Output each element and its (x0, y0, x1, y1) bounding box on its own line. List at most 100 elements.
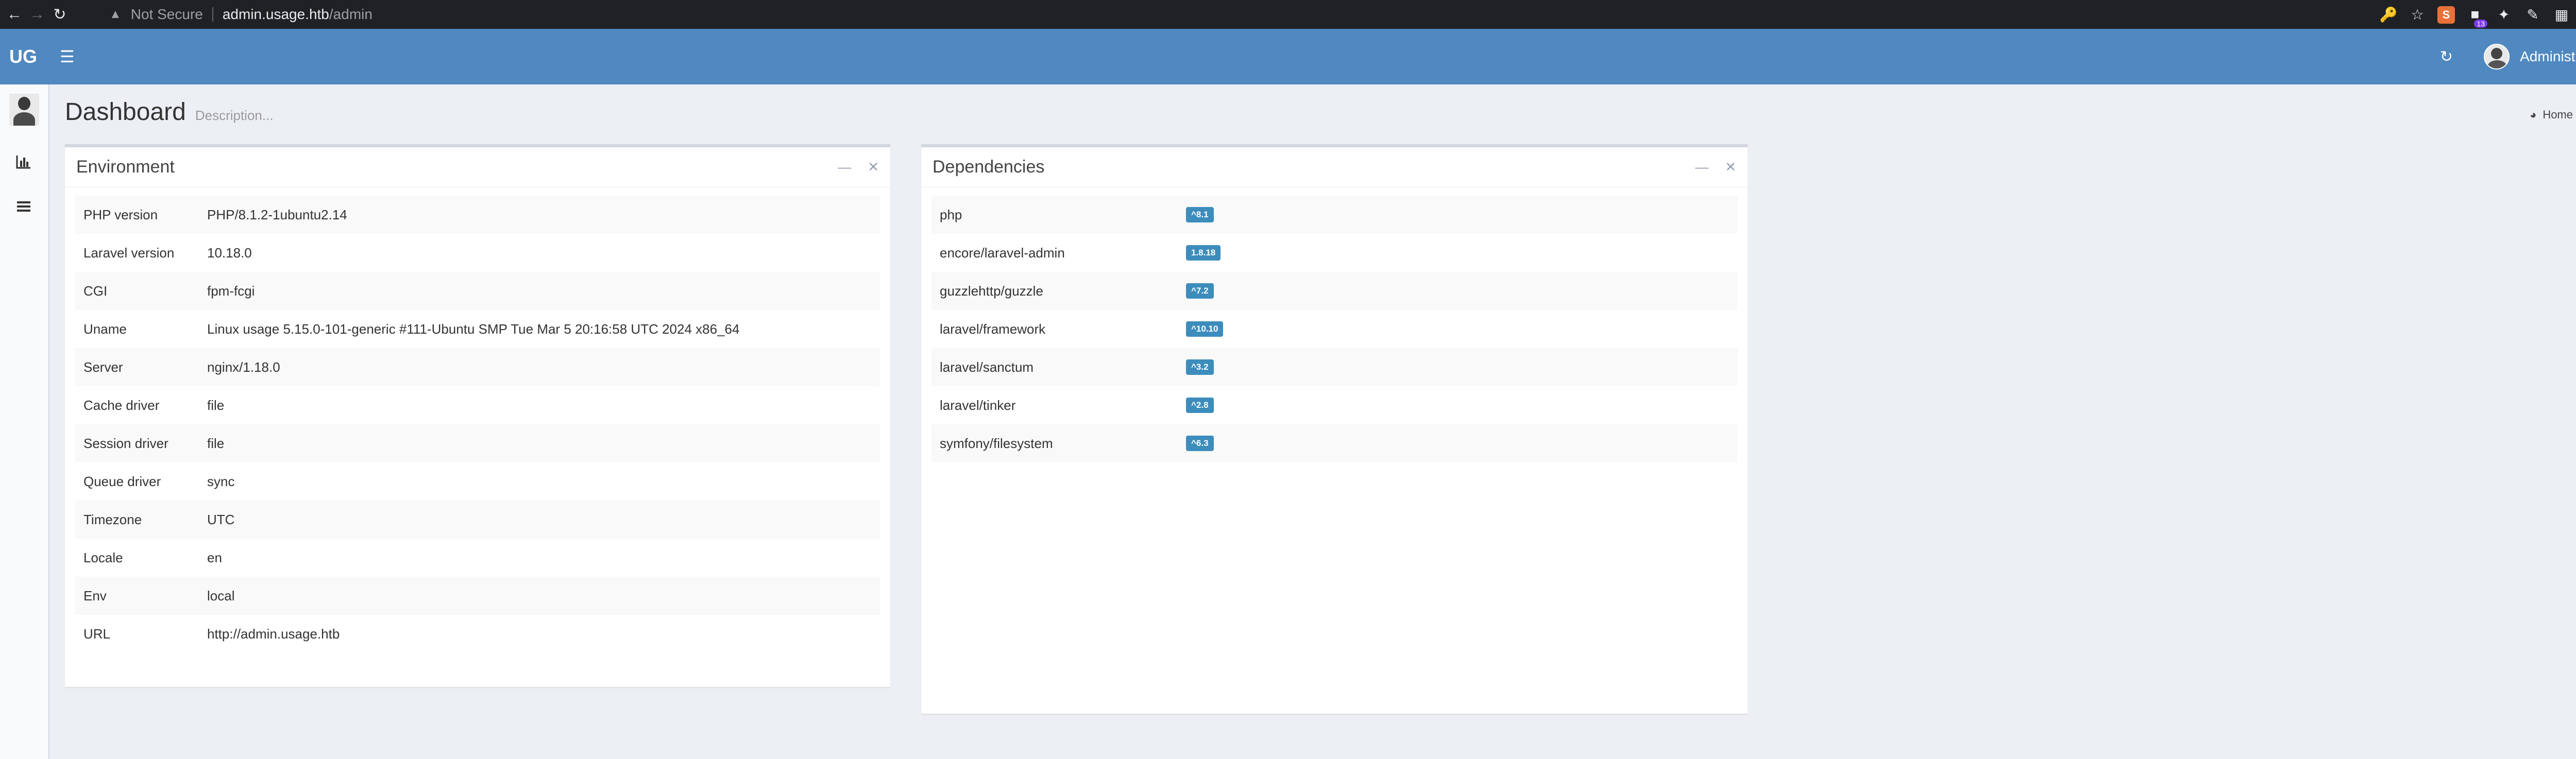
url-host: admin.usage.htb (222, 6, 329, 22)
warning-icon: ▲ (109, 7, 122, 21)
back-arrow-icon[interactable]: ← (3, 6, 26, 23)
extension-badge: 13 (2474, 20, 2487, 28)
box-title: Environment (76, 157, 175, 177)
collapse-icon[interactable]: — (838, 159, 851, 175)
env-value: http://admin.usage.htb (207, 626, 340, 642)
table-row: Cache driver file (75, 386, 880, 424)
close-icon[interactable]: ✕ (1725, 159, 1736, 175)
table-row: Queue driver sync (75, 462, 880, 501)
env-key: Env (83, 588, 107, 603)
dependency-name: guzzlehttp/guzzle (940, 283, 1043, 299)
env-value: file (207, 435, 225, 451)
env-key: URL (83, 626, 111, 642)
box-title: Dependencies (933, 157, 1045, 177)
table-row: Timezone UTC (75, 501, 880, 539)
dependency-name: symfony/filesystem (940, 435, 1053, 451)
header-actions: ↻ Administrator (2440, 29, 2576, 84)
version-badge: ^2.8 (1186, 398, 1214, 413)
version-badge: 1.8.18 (1186, 245, 1221, 261)
table-row: php ^8.1 (931, 196, 1737, 234)
box-tools: — ✕ (1695, 159, 1736, 175)
env-key: CGI (83, 283, 108, 299)
breadcrumb-home[interactable]: Home (2543, 108, 2573, 122)
security-status: Not Secure (130, 6, 203, 22)
environment-table: PHP version PHP/8.1.2-1ubuntu2.14 Laravel… (65, 187, 890, 653)
refresh-icon[interactable]: ↻ (2440, 48, 2453, 66)
sidebar-avatar (9, 94, 39, 126)
box-tools: — ✕ (838, 159, 879, 175)
table-row: encore/laravel-admin 1.8.18 (931, 234, 1737, 272)
env-value: sync (207, 473, 235, 489)
env-key: Cache driver (83, 397, 160, 413)
env-key: Locale (83, 549, 123, 565)
env-key: PHP version (83, 206, 158, 222)
hamburger-menu-icon[interactable]: ☰ (60, 47, 75, 66)
breadcrumb[interactable]: ◕ Home (2530, 108, 2573, 122)
table-row: Server nginx/1.18.0 (75, 348, 880, 386)
table-row: laravel/sanctum ^3.2 (931, 348, 1737, 386)
dependencies-box: Dependencies — ✕ php ^8.1 encore/laravel-… (921, 144, 1748, 714)
table-row: laravel/framework ^10.10 (931, 310, 1737, 348)
table-row: PHP version PHP/8.1.2-1ubuntu2.14 (75, 196, 880, 234)
environment-box: Environment — ✕ PHP version PHP/8.1.2-1ub… (65, 144, 890, 687)
table-row: Session driver file (75, 424, 880, 462)
dependencies-table: php ^8.1 encore/laravel-admin 1.8.18 guzzl… (921, 187, 1748, 462)
env-key: Uname (83, 321, 127, 337)
table-row: Env local (75, 577, 880, 615)
table-row: Laravel version 10.18.0 (75, 234, 880, 272)
dashboard-icon: ◕ (2530, 108, 2537, 121)
env-value: PHP/8.1.2-1ubuntu2.14 (207, 206, 347, 222)
version-badge: ^8.1 (1186, 207, 1214, 222)
version-badge: ^6.3 (1186, 436, 1214, 451)
star-icon[interactable]: ☆ (2403, 6, 2432, 23)
logo[interactable]: UG (0, 29, 49, 84)
dependency-name: php (940, 206, 962, 222)
address-bar[interactable]: ▲ Not Secure admin.usage.htb/admin (109, 4, 2350, 25)
page-title: Dashboard (65, 98, 186, 126)
extension-badge-icon[interactable]: ■ 13 (2461, 6, 2489, 28)
env-value: file (207, 397, 225, 413)
dependency-name: encore/laravel-admin (940, 245, 1065, 261)
env-value: 10.18.0 (207, 245, 252, 261)
sidebar (0, 84, 49, 759)
puzzle-icon[interactable]: ✦ (2489, 6, 2518, 23)
page-description: Description... (195, 108, 274, 123)
user-avatar[interactable] (2484, 44, 2510, 70)
forward-arrow-icon[interactable]: → (26, 6, 48, 23)
url-path: /admin (329, 6, 372, 22)
collapse-icon[interactable]: — (1695, 159, 1708, 175)
table-row: symfony/filesystem ^6.3 (931, 424, 1737, 462)
divider (212, 7, 213, 22)
version-badge: ^7.2 (1186, 283, 1214, 299)
table-row: laravel/tinker ^2.8 (931, 386, 1737, 424)
reload-icon[interactable]: ↻ (48, 6, 71, 24)
env-key: Laravel version (83, 245, 175, 261)
table-row: CGI fpm-fcgi (75, 272, 880, 310)
env-value: fpm-fcgi (207, 283, 255, 299)
content-header: Dashboard Description... (65, 98, 274, 126)
env-value: UTC (207, 511, 235, 527)
env-value: Linux usage 5.15.0-101-generic #111-Ubun… (207, 321, 740, 337)
extension-orange-icon[interactable]: S (2432, 6, 2461, 24)
sidebar-toggle-icon[interactable]: ▦ (2547, 6, 2576, 23)
env-key: Timezone (83, 511, 142, 527)
pen-icon[interactable]: ✎ (2518, 6, 2547, 23)
env-key: Session driver (83, 435, 168, 451)
dependency-name: laravel/tinker (940, 397, 1016, 413)
list-icon[interactable] (14, 195, 33, 213)
key-icon[interactable]: 🔑 (2374, 6, 2403, 23)
table-row: URL http://admin.usage.htb (75, 615, 880, 653)
env-value: local (207, 588, 235, 603)
table-row: Uname Linux usage 5.15.0-101-generic #111… (75, 310, 880, 348)
app-header: UG ☰ ↻ Administrator (0, 29, 2576, 84)
user-name[interactable]: Administrator (2520, 48, 2576, 65)
box-header: Environment — ✕ (65, 147, 890, 187)
dependency-name: laravel/framework (940, 321, 1046, 337)
dependency-name: laravel/sanctum (940, 359, 1034, 375)
env-key: Server (83, 359, 123, 375)
env-value: nginx/1.18.0 (207, 359, 280, 375)
close-icon[interactable]: ✕ (868, 159, 879, 175)
env-key: Queue driver (83, 473, 161, 489)
bar-chart-icon[interactable] (14, 150, 33, 169)
table-row: guzzlehttp/guzzle ^7.2 (931, 272, 1737, 310)
